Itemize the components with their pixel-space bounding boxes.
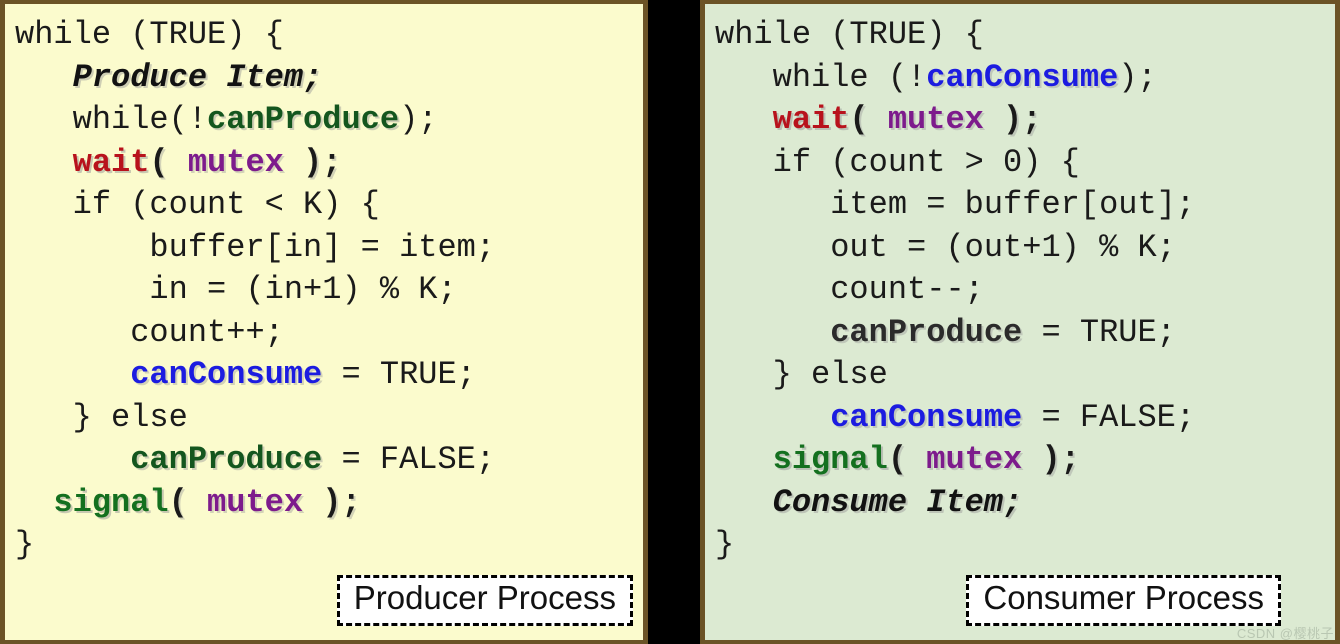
code-token: in = (in+1) % K; bbox=[15, 271, 457, 308]
code-token: mutex bbox=[207, 483, 304, 521]
producer-line-4: wait( mutex ); bbox=[15, 142, 633, 185]
code-token: signal bbox=[772, 441, 888, 478]
producer-line-12: signal( mutex ); bbox=[15, 482, 633, 525]
producer-process-caption: Producer Process bbox=[336, 575, 633, 626]
consumer-line-8: canProduce = TRUE; bbox=[715, 312, 1325, 355]
code-token: = TRUE; bbox=[1022, 313, 1176, 351]
producer-line-11: canProduce = FALSE; bbox=[15, 439, 633, 482]
code-token: canConsume bbox=[130, 356, 323, 393]
consumer-line-9: } else bbox=[715, 354, 1325, 397]
consumer-line-11: signal( mutex ); bbox=[715, 439, 1325, 482]
code-token: Consume Item; bbox=[772, 483, 1023, 521]
producer-line-10: } else bbox=[15, 397, 633, 440]
code-token: mutex bbox=[887, 101, 984, 138]
producer-line-2: Produce Item; bbox=[15, 57, 633, 100]
code-token: ); bbox=[1022, 441, 1080, 478]
slide-root: while (TRUE) { Produce Item; while(!canP… bbox=[0, 0, 1340, 644]
code-token: } else bbox=[15, 398, 188, 436]
consumer-line-10: canConsume = FALSE; bbox=[715, 397, 1325, 440]
producer-line-7: in = (in+1) % K; bbox=[15, 269, 633, 312]
code-token: Produce Item; bbox=[72, 58, 323, 96]
code-token: ); bbox=[983, 101, 1042, 138]
consumer-code-block: while (TRUE) { while (!canConsume); wait… bbox=[705, 14, 1335, 567]
code-token: if (count > 0) { bbox=[715, 143, 1080, 181]
code-token: = FALSE; bbox=[1022, 398, 1196, 436]
code-token: ( bbox=[849, 101, 888, 138]
producer-code-block: while (TRUE) { Produce Item; while(!canP… bbox=[5, 14, 643, 567]
consumer-line-2: while (!canConsume); bbox=[715, 57, 1325, 100]
consumer-process-caption: Consumer Process bbox=[966, 575, 1281, 626]
code-token: count++; bbox=[15, 313, 284, 351]
code-token: canProduce bbox=[830, 313, 1023, 351]
code-token: } else bbox=[715, 356, 888, 393]
producer-line-13: } bbox=[15, 524, 633, 567]
code-token: count--; bbox=[715, 271, 984, 308]
producer-line-9: canConsume = TRUE; bbox=[15, 354, 633, 397]
consumer-line-5: item = buffer[out]; bbox=[715, 184, 1325, 227]
code-token: ); bbox=[1118, 58, 1157, 96]
code-token: = TRUE; bbox=[322, 356, 476, 393]
producer-line-6: buffer[in] = item; bbox=[15, 227, 633, 270]
producer-line-1: while (TRUE) { bbox=[15, 14, 633, 57]
consumer-line-12: Consume Item; bbox=[715, 482, 1325, 525]
producer-line-3: while(!canProduce); bbox=[15, 99, 633, 142]
code-token: while (! bbox=[715, 58, 927, 96]
code-token: canConsume bbox=[830, 398, 1023, 436]
code-token: signal bbox=[53, 483, 169, 521]
code-token: mutex bbox=[926, 441, 1023, 478]
code-token: } bbox=[715, 526, 735, 563]
consumer-line-7: count--; bbox=[715, 269, 1325, 312]
code-token: canProduce bbox=[130, 441, 323, 478]
code-token: = FALSE; bbox=[322, 441, 496, 478]
consumer-line-3: wait( mutex ); bbox=[715, 99, 1325, 142]
consumer-process-panel: while (TRUE) { while (!canConsume); wait… bbox=[700, 0, 1340, 644]
code-token: canConsume bbox=[926, 58, 1119, 96]
code-token: while(! bbox=[15, 101, 208, 138]
code-token: mutex bbox=[187, 143, 284, 181]
code-token: out = (out+1) % K; bbox=[715, 228, 1176, 266]
code-token: canProduce bbox=[207, 101, 400, 138]
code-token: ); bbox=[303, 483, 361, 521]
code-token: buffer[in] = item; bbox=[15, 228, 496, 266]
code-token: ); bbox=[399, 101, 438, 138]
code-token: } bbox=[15, 526, 35, 563]
consumer-line-13: } bbox=[715, 524, 1325, 567]
consumer-line-6: out = (out+1) % K; bbox=[715, 227, 1325, 270]
code-token: ( bbox=[149, 143, 188, 181]
code-token: wait bbox=[772, 101, 850, 138]
code-token: if (count < K) { bbox=[15, 186, 380, 223]
consumer-line-1: while (TRUE) { bbox=[715, 14, 1325, 57]
code-token: wait bbox=[72, 143, 150, 181]
code-token: item = buffer[out]; bbox=[715, 186, 1196, 223]
producer-line-8: count++; bbox=[15, 312, 633, 355]
consumer-line-4: if (count > 0) { bbox=[715, 142, 1325, 185]
code-token: while (TRUE) { bbox=[15, 16, 284, 53]
code-token: while (TRUE) { bbox=[715, 16, 984, 53]
code-token: ( bbox=[168, 483, 208, 521]
producer-process-panel: while (TRUE) { Produce Item; while(!canP… bbox=[0, 0, 648, 644]
producer-line-5: if (count < K) { bbox=[15, 184, 633, 227]
code-token: ); bbox=[283, 143, 342, 181]
code-token: ( bbox=[887, 441, 927, 478]
